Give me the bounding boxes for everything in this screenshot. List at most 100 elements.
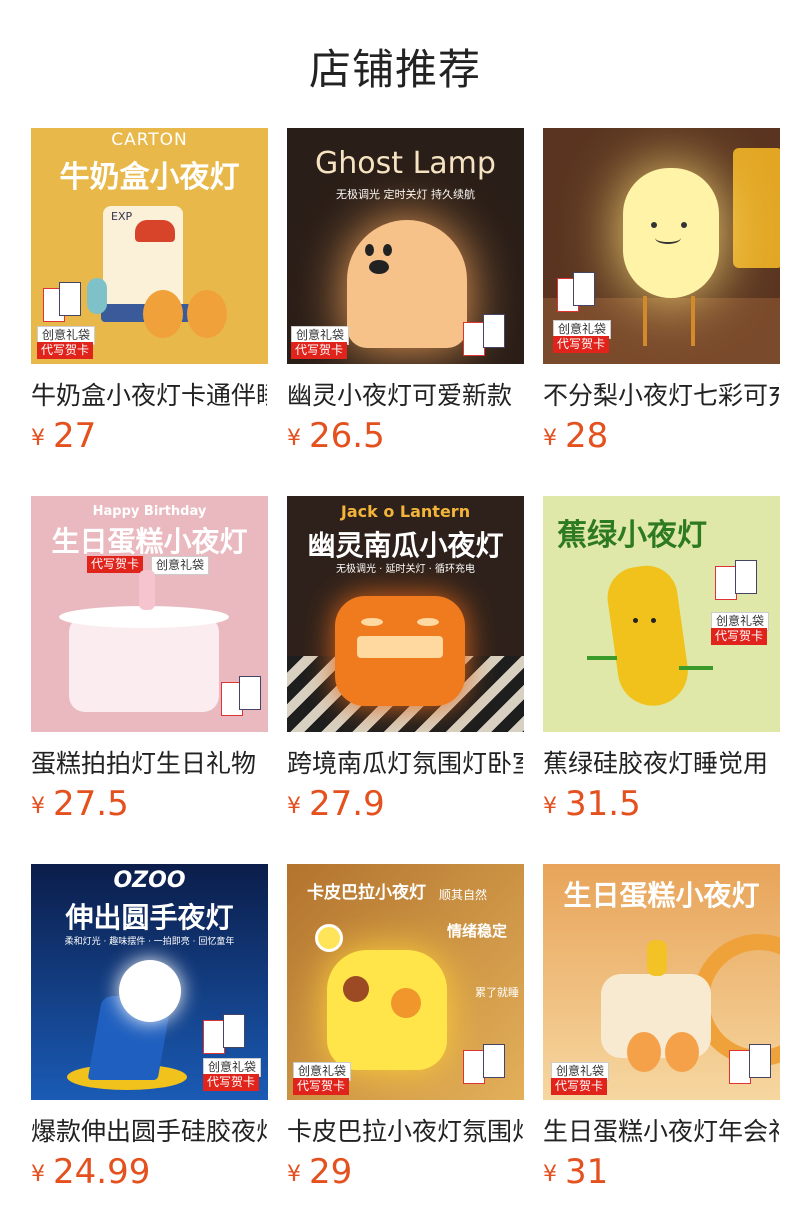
- product-price: ¥24.99: [31, 1152, 150, 1192]
- ghost-eye: [365, 244, 374, 256]
- currency-symbol: ¥: [543, 1162, 557, 1187]
- product-image[interactable]: Ghost Lamp 无极调光 定时关灯 持久续航 创意礼袋 代写贺卡: [287, 128, 524, 364]
- product-name[interactable]: 跨境南瓜灯氛围灯卧室: [287, 744, 523, 780]
- currency-symbol: ¥: [31, 1162, 45, 1187]
- gift-bag-icon: [715, 566, 737, 600]
- product-name[interactable]: 生日蛋糕小夜灯年会礼品: [543, 1112, 779, 1148]
- gift-bag-badge: 创意礼袋: [151, 556, 210, 575]
- product-image[interactable]: 蕉绿小夜灯 创意礼袋 代写贺卡: [543, 496, 780, 732]
- product-card[interactable]: OZOO 伸出圆手夜灯 柔和灯光 · 趣味摆件 · 一拍即亮 · 回忆童年 创意…: [31, 864, 268, 1192]
- currency-symbol: ¥: [543, 426, 557, 451]
- candle-shape: [647, 940, 667, 976]
- greeting-card-badge: 代写贺卡: [553, 336, 610, 353]
- page-title: 店铺推荐: [308, 45, 481, 94]
- candle-shape: [139, 570, 155, 610]
- gift-bag-icon: [239, 676, 261, 710]
- currency-symbol: ¥: [31, 794, 45, 819]
- banana-arm: [679, 666, 713, 670]
- product-image[interactable]: CARTON 牛奶盒小夜灯 EXP 创意礼袋 代写贺卡: [31, 128, 268, 364]
- thumb-subtitle: 顺其自然: [439, 888, 488, 902]
- product-card[interactable]: 卡皮巴拉小夜灯 顺其自然 情绪稳定 累了就睡 创意礼袋 代写贺卡 卡皮巴拉小夜灯…: [287, 864, 524, 1192]
- product-name[interactable]: 幽灵小夜灯可爱新款: [287, 376, 523, 412]
- product-name[interactable]: 卡皮巴拉小夜灯氛围灯: [287, 1112, 523, 1148]
- product-name[interactable]: 牛奶盒小夜灯卡通伴睡灯: [31, 376, 267, 412]
- currency-symbol: ¥: [543, 794, 557, 819]
- gift-bag-icon: [203, 1020, 225, 1054]
- pumpkin-mouth: [357, 636, 443, 658]
- product-image[interactable]: Happy Birthday 生日蛋糕小夜灯 代写贺卡 创意礼袋: [31, 496, 268, 732]
- product-price: ¥28: [543, 416, 608, 456]
- thumb-title: 卡皮巴拉小夜灯: [307, 883, 426, 903]
- gift-bag-icon: [463, 322, 485, 356]
- greeting-card-badge: 代写贺卡: [37, 342, 94, 359]
- thumb-subtitle: 无极调光 定时关灯 持久续航: [336, 188, 475, 201]
- thumb-subtitle: 无极调光 · 延时关灯 · 循环充电: [335, 564, 476, 575]
- product-name[interactable]: 蛋糕拍拍灯生日礼物: [31, 744, 267, 780]
- price-value: 27: [53, 416, 97, 456]
- price-value: 27.5: [53, 784, 129, 824]
- product-card[interactable]: Happy Birthday 生日蛋糕小夜灯 代写贺卡 创意礼袋 蛋糕拍拍灯生日…: [31, 496, 268, 824]
- greeting-card-badge: 代写贺卡: [203, 1074, 260, 1091]
- gift-bag-icon: [573, 272, 595, 306]
- thumb-title: 生日蛋糕小夜灯: [51, 525, 248, 558]
- product-image[interactable]: 卡皮巴拉小夜灯 顺其自然 情绪稳定 累了就睡 创意礼袋 代写贺卡: [287, 864, 524, 1100]
- currency-symbol: ¥: [287, 794, 301, 819]
- product-image[interactable]: Jack o Lantern 幽灵南瓜小夜灯 无极调光 · 延时关灯 · 循环充…: [287, 496, 524, 732]
- thumb-subtitle: 柔和灯光 · 趣味摆件 · 一拍即亮 · 回忆童年: [64, 937, 235, 947]
- price-value: 31: [565, 1152, 609, 1192]
- gift-bag-icon: [463, 1050, 485, 1084]
- product-name[interactable]: 爆款伸出圆手硅胶夜灯: [31, 1112, 267, 1148]
- currency-symbol: ¥: [287, 1162, 301, 1187]
- foot-shape: [143, 290, 183, 338]
- capybara-ear: [343, 976, 369, 1002]
- pumpkin-eye: [417, 618, 439, 626]
- pear-leg: [691, 296, 695, 346]
- price-value: 28: [565, 416, 609, 456]
- thumb-title: 牛奶盒小夜灯: [59, 160, 240, 195]
- pumpkin-eye: [361, 618, 383, 626]
- gift-bag-icon: [59, 282, 81, 316]
- gift-bag-icon: [223, 1014, 245, 1048]
- greeting-card-badge: 代写贺卡: [293, 1078, 350, 1095]
- greeting-card-badge: 代写贺卡: [711, 628, 768, 645]
- product-card[interactable]: Ghost Lamp 无极调光 定时关灯 持久续航 创意礼袋 代写贺卡 幽灵小夜…: [287, 128, 524, 456]
- flower-icon: [391, 988, 421, 1018]
- foot-shape: [187, 290, 227, 338]
- product-name[interactable]: 不分梨小夜灯七彩可充电: [543, 376, 779, 412]
- banana-lamp-illustration: [603, 561, 693, 711]
- product-card[interactable]: 生日蛋糕小夜灯 创意礼袋 代写贺卡 生日蛋糕小夜灯年会礼品 ¥31: [543, 864, 780, 1192]
- gift-bag-icon: [735, 560, 757, 594]
- price-value: 29: [309, 1152, 353, 1192]
- price-value: 26.5: [309, 416, 385, 456]
- pear-smile: [655, 232, 681, 244]
- thumb-title: 幽灵南瓜小夜灯: [307, 529, 504, 562]
- thumb-title: 蕉绿小夜灯: [557, 518, 707, 553]
- banana-eye: [651, 618, 656, 623]
- product-image[interactable]: 生日蛋糕小夜灯 创意礼袋 代写贺卡: [543, 864, 780, 1100]
- currency-symbol: ¥: [287, 426, 301, 451]
- ghost-eye: [383, 244, 392, 256]
- product-image[interactable]: OZOO 伸出圆手夜灯 柔和灯光 · 趣味摆件 · 一拍即亮 · 回忆童年 创意…: [31, 864, 268, 1100]
- product-card[interactable]: 蕉绿小夜灯 创意礼袋 代写贺卡 蕉绿硅胶夜灯睡觉用 ¥31.5: [543, 496, 780, 824]
- price-value: 24.99: [53, 1152, 151, 1192]
- foot-shape: [627, 1032, 661, 1072]
- thumb-slogan-small: 累了就睡: [475, 986, 519, 999]
- product-name[interactable]: 蕉绿硅胶夜灯睡觉用: [543, 744, 779, 780]
- greeting-card-badge: 代写贺卡: [291, 342, 348, 359]
- product-card[interactable]: CARTON 牛奶盒小夜灯 EXP 创意礼袋 代写贺卡 牛奶盒小夜灯卡通伴睡灯 …: [31, 128, 268, 456]
- product-price: ¥31.5: [543, 784, 641, 824]
- pear-eye: [681, 222, 687, 228]
- cake-illustration: [69, 616, 219, 712]
- product-image[interactable]: 创意礼袋 代写贺卡: [543, 128, 780, 364]
- thumb-top-text: Happy Birthday: [92, 504, 207, 519]
- gift-bag-icon: [483, 1044, 505, 1078]
- product-card[interactable]: Jack o Lantern 幽灵南瓜小夜灯 无极调光 · 延时关灯 · 循环充…: [287, 496, 524, 824]
- product-price: ¥29: [287, 1152, 352, 1192]
- price-value: 31.5: [565, 784, 641, 824]
- gift-bag-icon: [749, 1044, 771, 1078]
- thumb-title: 生日蛋糕小夜灯: [563, 879, 760, 912]
- product-card[interactable]: 创意礼袋 代写贺卡 不分梨小夜灯七彩可充电 ¥28: [543, 128, 780, 456]
- product-price: ¥31: [543, 1152, 608, 1192]
- brand-logo: OZOO: [113, 868, 186, 893]
- product-price: ¥26.5: [287, 416, 385, 456]
